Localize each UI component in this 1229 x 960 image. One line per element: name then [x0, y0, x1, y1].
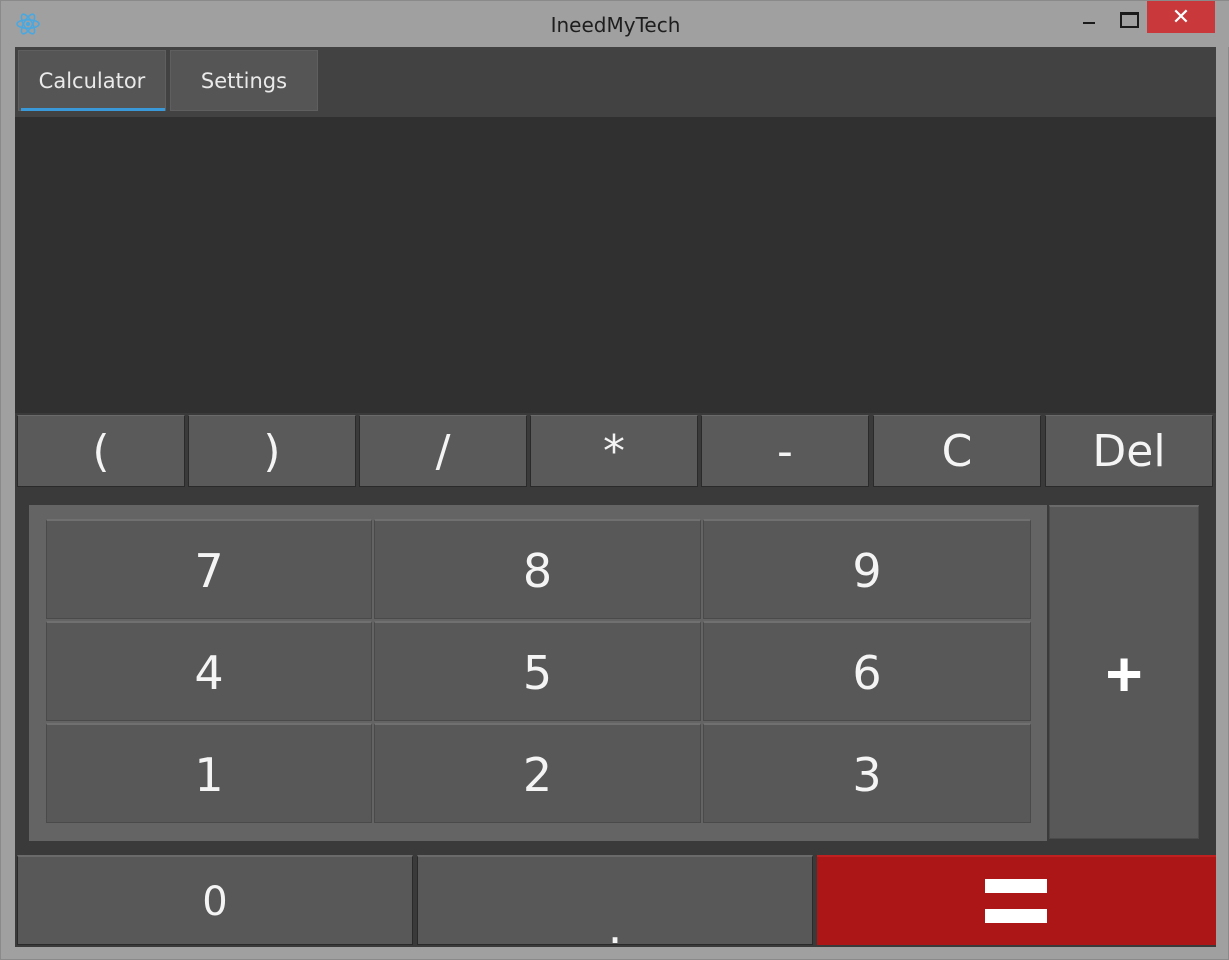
- equals-button[interactable]: =: [817, 855, 1216, 945]
- tab-bar: Calculator Settings: [15, 47, 1216, 117]
- clear-button[interactable]: C: [873, 415, 1041, 487]
- operator-row: ( ) / * - C Del: [15, 413, 1216, 489]
- delete-button[interactable]: Del: [1045, 415, 1213, 487]
- multiply-button[interactable]: *: [530, 415, 698, 487]
- digit-6-button[interactable]: 6: [703, 621, 1031, 721]
- digit-2-button[interactable]: 2: [374, 723, 701, 823]
- close-paren-button[interactable]: ): [188, 415, 356, 487]
- maximize-button[interactable]: [1109, 1, 1147, 33]
- digit-3-button[interactable]: 3: [703, 723, 1031, 823]
- close-button[interactable]: ✕: [1147, 1, 1215, 33]
- digit-7-button[interactable]: 7: [46, 519, 372, 619]
- add-button[interactable]: +: [1049, 505, 1199, 839]
- open-paren-button[interactable]: (: [17, 415, 185, 487]
- equals-icon-bar-top: [985, 879, 1047, 893]
- client-area: Calculator Settings ( ) / * - C Del 7 8 …: [15, 47, 1216, 954]
- number-pad: 7 8 9 4 5 6 1 2 3: [29, 505, 1047, 841]
- subtract-button[interactable]: -: [701, 415, 869, 487]
- calculator-display: [15, 117, 1216, 413]
- tab-calculator[interactable]: Calculator: [18, 50, 166, 111]
- app-window: IneedMyTech ✕ Calculator Settings ( ) / …: [0, 0, 1229, 960]
- digit-1-button[interactable]: 1: [46, 723, 372, 823]
- digit-0-button[interactable]: 0: [17, 855, 413, 945]
- digit-5-button[interactable]: 5: [374, 621, 701, 721]
- equals-icon-bar-bottom: [985, 909, 1047, 923]
- tab-settings[interactable]: Settings: [170, 50, 318, 111]
- digit-8-button[interactable]: 8: [374, 519, 701, 619]
- window-title: IneedMyTech: [550, 13, 681, 37]
- decimal-point-button[interactable]: .: [417, 855, 813, 954]
- digit-4-button[interactable]: 4: [46, 621, 372, 721]
- minimize-button[interactable]: [1069, 1, 1109, 33]
- digit-9-button[interactable]: 9: [703, 519, 1031, 619]
- equals-label: =: [817, 857, 818, 858]
- divide-button[interactable]: /: [359, 415, 527, 487]
- title-bar[interactable]: IneedMyTech ✕: [1, 1, 1229, 47]
